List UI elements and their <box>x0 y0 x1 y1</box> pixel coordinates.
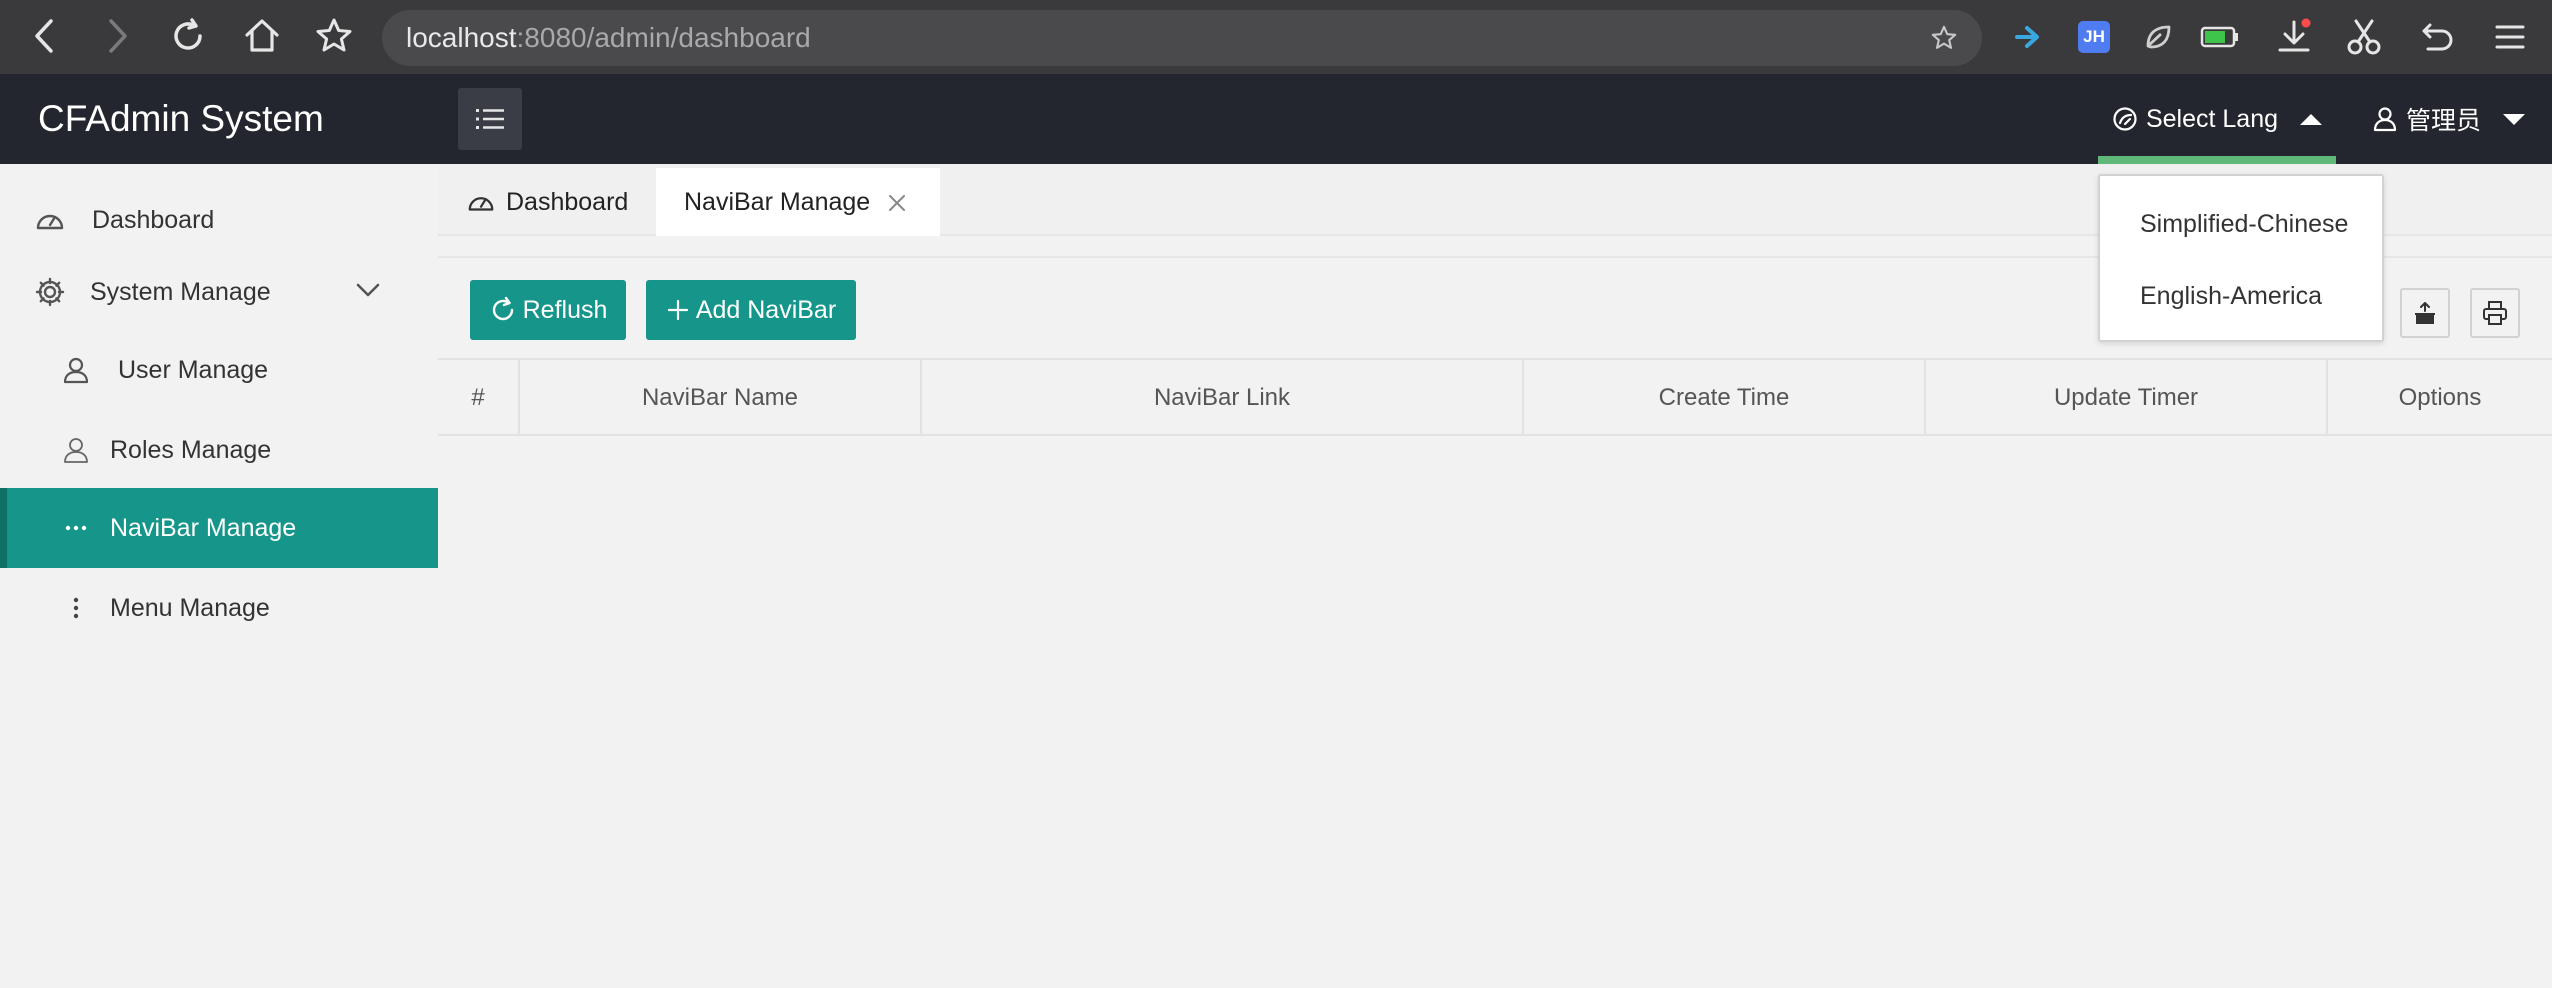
language-icon <box>2112 106 2138 132</box>
sidebar-item-label: User Manage <box>118 355 269 384</box>
select-lang-menu[interactable]: Select Lang <box>2098 74 2336 164</box>
undo-icon[interactable] <box>2418 17 2458 57</box>
plus-icon <box>666 298 690 322</box>
browser-toolbar: localhost:8080/admin/dashboard JH <box>0 0 2552 74</box>
reload-icon[interactable] <box>166 14 210 58</box>
sidebar-item-dashboard[interactable]: Dashboard <box>0 180 438 260</box>
export-icon <box>2412 300 2438 326</box>
user-name-label: 管理员 <box>2406 107 2482 135</box>
gear-icon <box>32 274 68 310</box>
printer-icon <box>2481 299 2509 327</box>
select-lang-label: Select Lang <box>2145 104 2279 133</box>
user-icon <box>2372 106 2398 132</box>
refresh-button[interactable]: Reflush <box>470 280 626 340</box>
jh-extension-label: JH <box>2078 21 2110 53</box>
refresh-label: Reflush <box>522 295 608 324</box>
tab-dashboard[interactable]: Dashboard <box>466 168 666 236</box>
jh-extension-icon[interactable]: JH <box>2074 17 2114 57</box>
sidebar-item-label: System Manage <box>90 277 271 306</box>
lang-option-simplified-chinese[interactable]: Simplified-Chinese <box>2140 204 2348 244</box>
back-icon[interactable] <box>22 14 66 58</box>
app-header: CFAdmin System Select Lang 管理员 <box>0 74 2552 164</box>
table-body <box>438 436 2552 988</box>
url-text: localhost:8080/admin/dashboard <box>406 10 811 66</box>
arrow-extension-icon[interactable] <box>2008 17 2048 57</box>
forward-icon[interactable] <box>96 14 140 58</box>
url-host: localhost <box>406 22 517 53</box>
add-navibar-label: Add NaviBar <box>695 295 837 324</box>
scissors-icon[interactable] <box>2344 17 2384 57</box>
column-header[interactable]: Update Timer <box>1926 360 2328 436</box>
close-icon[interactable] <box>888 194 906 212</box>
add-navibar-button[interactable]: Add NaviBar <box>646 280 856 340</box>
lang-active-indicator <box>2098 156 2336 164</box>
sidebar-item-roles-manage[interactable]: Roles Manage <box>0 410 438 490</box>
address-bar[interactable]: localhost:8080/admin/dashboard <box>382 10 1982 66</box>
sidebar-item-label: Menu Manage <box>110 593 270 622</box>
column-header[interactable]: # <box>438 360 520 436</box>
column-header[interactable]: NaviBar Link <box>922 360 1524 436</box>
dashboard-icon <box>32 202 68 238</box>
tab-navibar-manage[interactable]: NaviBar Manage <box>656 168 940 236</box>
sidebar-item-menu-manage[interactable]: Menu Manage <box>0 568 438 648</box>
chevron-down-icon[interactable] <box>354 276 382 304</box>
tab-label: NaviBar Manage <box>684 187 871 216</box>
table-header: # NaviBar Name NaviBar Link Create Time … <box>438 358 2552 436</box>
lang-dropdown: Simplified-Chinese English-America <box>2098 174 2384 342</box>
caret-up-icon <box>2300 113 2323 125</box>
user-icon <box>58 352 94 388</box>
sidebar-item-label: NaviBar Manage <box>110 513 297 542</box>
more-vertical-icon <box>58 590 94 626</box>
print-button[interactable] <box>2470 288 2520 338</box>
sidebar-item-label: Dashboard <box>92 205 215 234</box>
column-header[interactable]: Options <box>2328 360 2552 436</box>
menu-icon[interactable] <box>2490 17 2530 57</box>
leaf-extension-icon[interactable] <box>2138 17 2178 57</box>
caret-down-icon <box>2503 113 2526 125</box>
download-icon[interactable] <box>2274 17 2314 57</box>
refresh-icon <box>489 296 517 324</box>
more-horizontal-icon <box>58 510 94 546</box>
sidebar-item-label: Roles Manage <box>110 435 272 464</box>
user-outline-icon <box>58 432 94 468</box>
column-header[interactable]: Create Time <box>1524 360 1926 436</box>
home-icon[interactable] <box>240 14 284 58</box>
app-title: CFAdmin System <box>38 98 324 139</box>
sidebar: Dashboard System Manage User Manage Role… <box>0 164 438 988</box>
user-menu[interactable]: 管理员 <box>2372 74 2540 164</box>
lang-option-english-america[interactable]: English-America <box>2140 276 2322 316</box>
battery-icon[interactable] <box>2200 17 2240 57</box>
tab-label: Dashboard <box>506 187 629 216</box>
sidebar-toggle-button[interactable] <box>458 88 522 150</box>
list-icon <box>475 107 505 131</box>
sidebar-item-system-manage[interactable]: System Manage <box>0 252 438 332</box>
export-button[interactable] <box>2400 288 2450 338</box>
sidebar-item-user-manage[interactable]: User Manage <box>0 330 438 410</box>
page-star-icon[interactable] <box>1930 24 1958 52</box>
bookmark-star-icon[interactable] <box>312 14 356 58</box>
url-path: :8080/admin/dashboard <box>516 22 811 53</box>
column-header[interactable]: NaviBar Name <box>520 360 922 436</box>
sidebar-item-navibar-manage[interactable]: NaviBar Manage <box>0 488 438 568</box>
dashboard-icon <box>466 187 496 217</box>
